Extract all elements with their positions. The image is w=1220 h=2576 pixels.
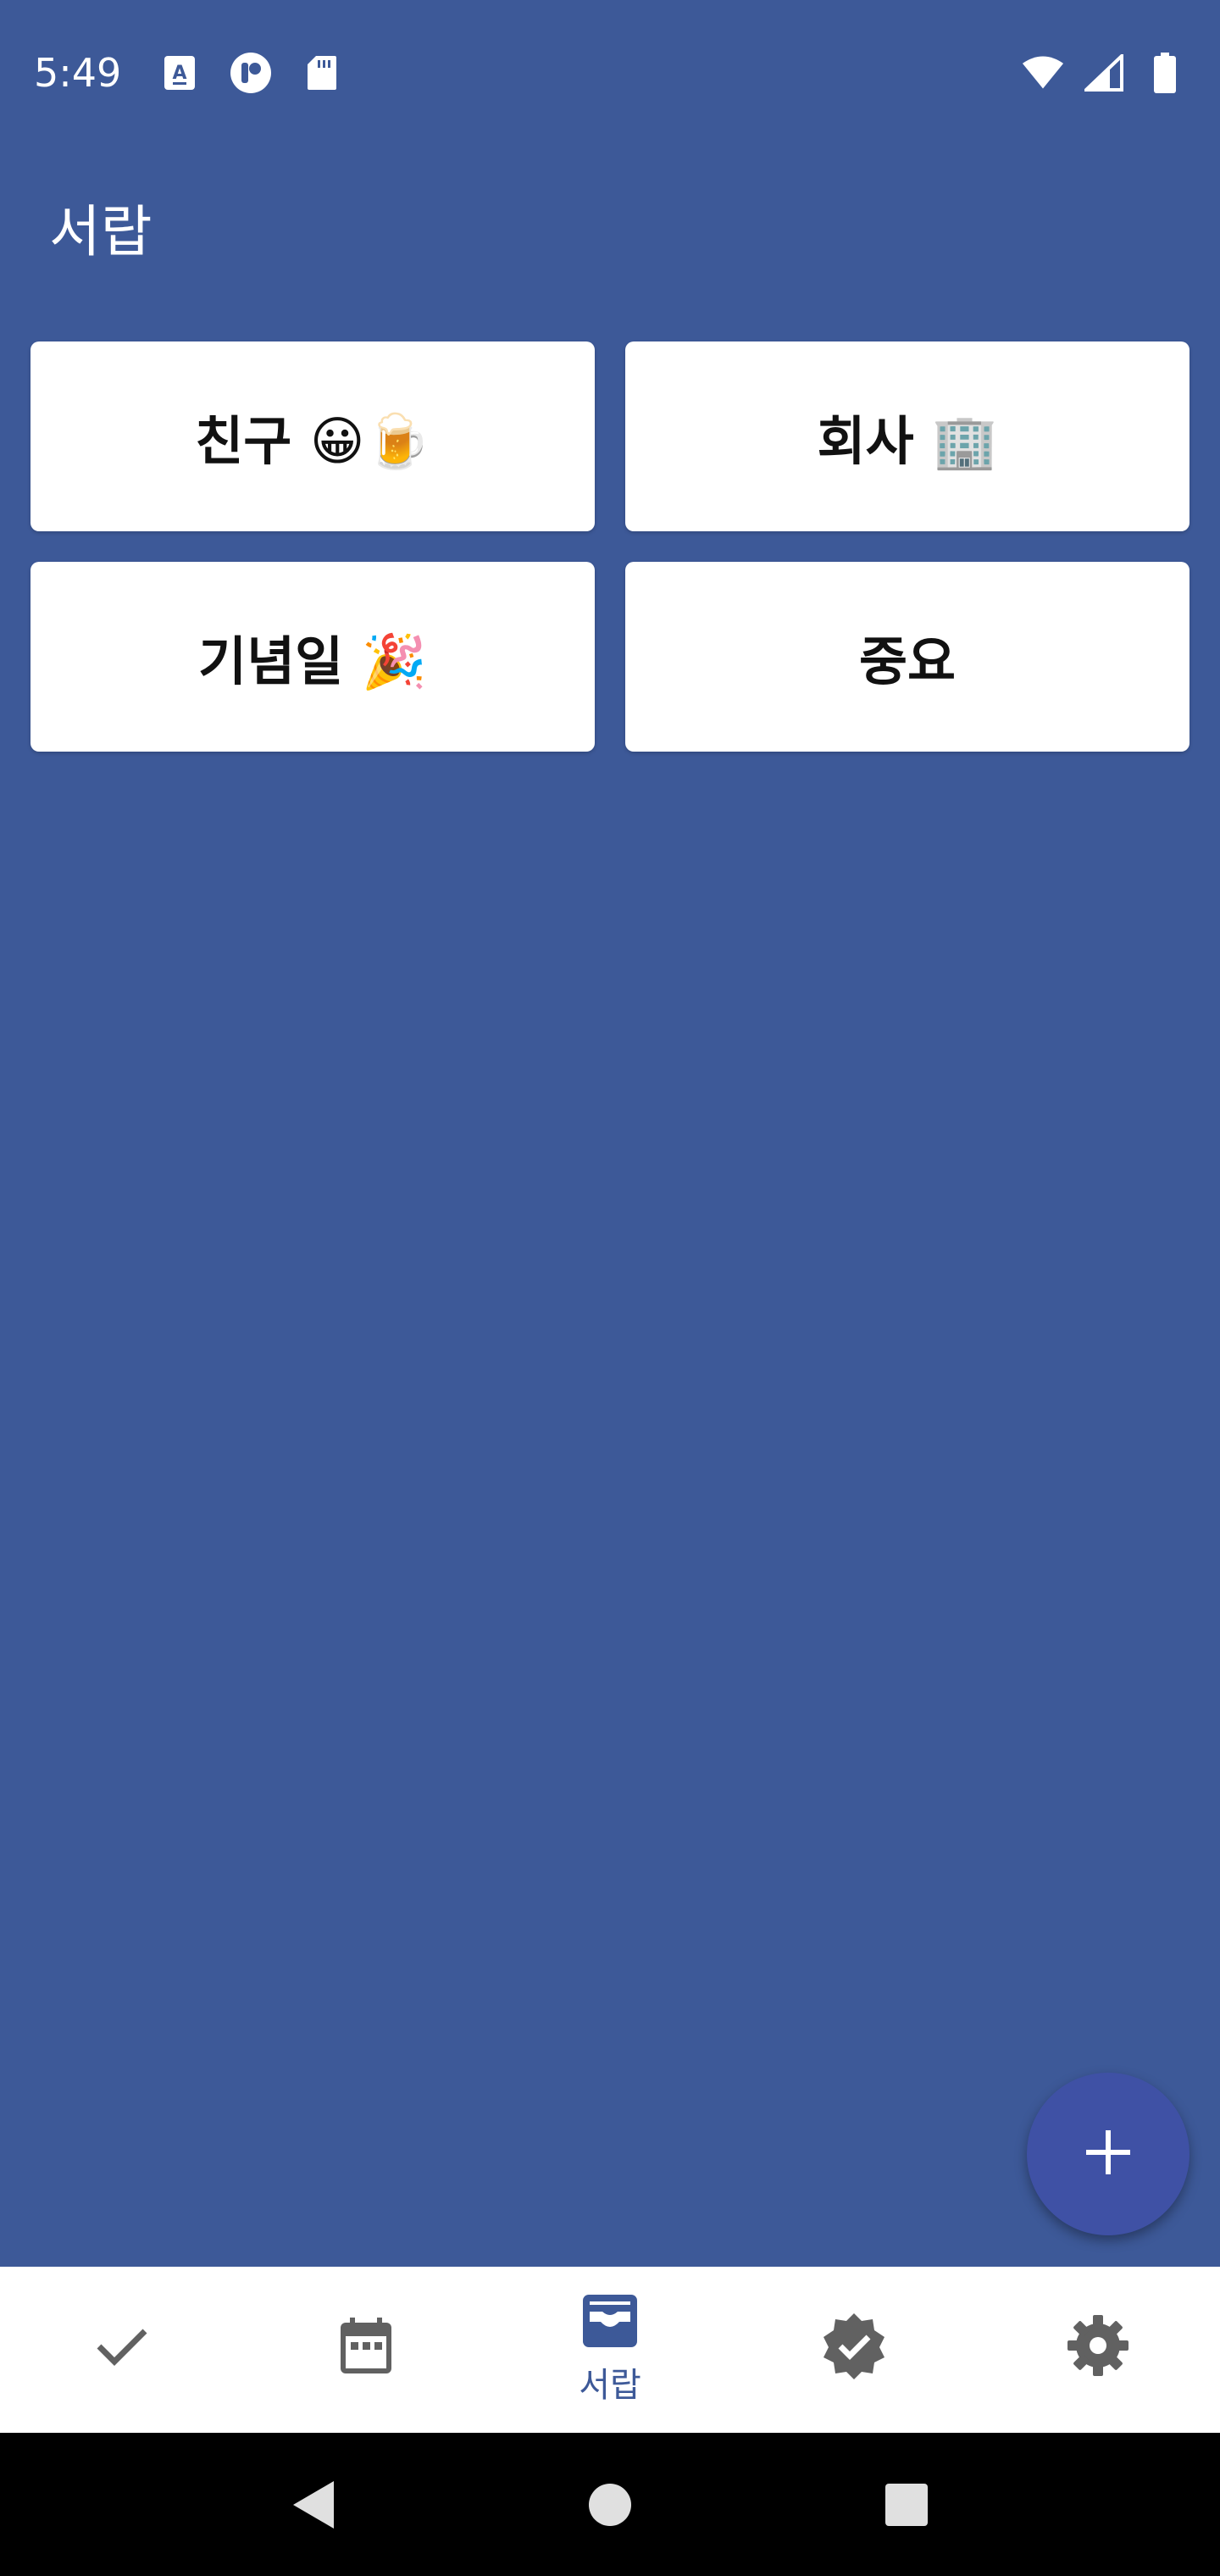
drawer-card-friends[interactable]: 친구 😀🍺 <box>30 341 595 531</box>
verified-icon <box>820 2312 888 2383</box>
status-icons-right <box>1022 52 1186 94</box>
nav-item-calendar[interactable] <box>244 2267 488 2433</box>
signal-icon <box>1083 52 1125 94</box>
screen: 5:49 A 서랍 친구 😀🍺 회사 🏢 기념일 🎉 중요 서랍 <box>0 0 1220 2576</box>
wifi-icon <box>1022 52 1064 94</box>
app-notification-icon <box>230 52 272 94</box>
sd-card-icon <box>301 52 343 94</box>
drawer-card-company[interactable]: 회사 🏢 <box>625 341 1190 531</box>
status-bar: 5:49 A <box>0 0 1220 146</box>
back-button[interactable] <box>284 2475 343 2534</box>
recents-button[interactable] <box>877 2475 936 2534</box>
settings-icon <box>1066 2313 1130 2381</box>
nav-item-drawer[interactable]: 서랍 <box>488 2267 732 2433</box>
drawer-label: 회사 🏢 <box>817 410 998 472</box>
nav-item-todo[interactable] <box>0 2267 244 2433</box>
inbox-icon <box>580 2293 640 2352</box>
drawer-card-important[interactable]: 중요 <box>625 562 1190 752</box>
plus-icon <box>1083 2127 1134 2181</box>
status-icons-left: A <box>158 52 343 94</box>
home-button[interactable] <box>580 2475 640 2534</box>
status-time: 5:49 <box>34 50 122 96</box>
drawer-label: 중요 <box>858 630 957 692</box>
system-nav-bar <box>0 2433 1220 2576</box>
battery-icon <box>1144 52 1186 94</box>
check-icon <box>92 2316 152 2379</box>
nav-label: 서랍 <box>579 2366 641 2405</box>
nav-item-done[interactable] <box>732 2267 976 2433</box>
drawer-label: 친구 😀🍺 <box>195 410 430 472</box>
add-drawer-button[interactable] <box>1027 2073 1190 2235</box>
svg-text:A: A <box>173 63 187 84</box>
page-title: 서랍 <box>49 199 152 264</box>
nav-item-settings[interactable] <box>976 2267 1220 2433</box>
translate-icon: A <box>158 52 201 94</box>
drawer-card-anniversary[interactable]: 기념일 🎉 <box>30 562 595 752</box>
bottom-nav: 서랍 <box>0 2267 1220 2433</box>
calendar-icon <box>336 2316 396 2379</box>
drawer-label: 기념일 🎉 <box>198 630 427 692</box>
drawer-grid: 친구 😀🍺 회사 🏢 기념일 🎉 중요 <box>30 341 1190 752</box>
